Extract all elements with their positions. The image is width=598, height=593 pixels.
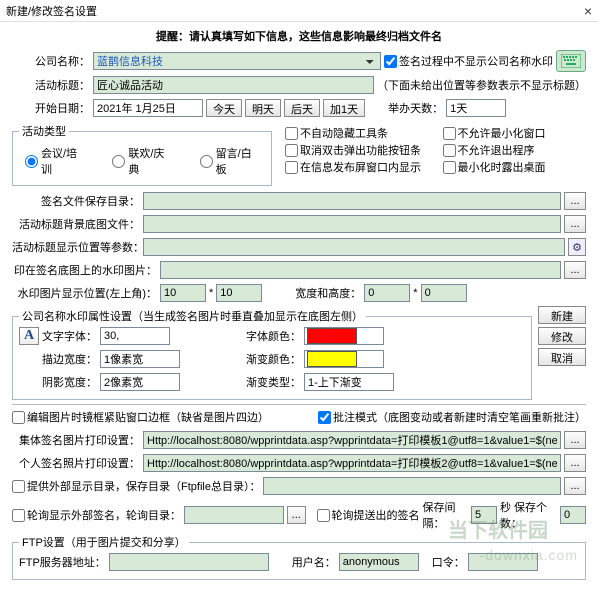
bg-file-label: 活动标题背景底图文件： bbox=[12, 216, 140, 232]
watermark-img-label: 印在签名底图上的水印图片： bbox=[12, 262, 157, 278]
opt5-check[interactable]: 在信息发布屏窗口内显示 bbox=[285, 159, 429, 175]
personal-print-input[interactable] bbox=[143, 454, 561, 472]
wm-fieldset-legend: 公司名称水印属性设置（当生成签名图片时垂直叠加显示在底图左侧） bbox=[19, 308, 366, 324]
opt1-check[interactable]: 不自动隐藏工具条 bbox=[285, 125, 429, 141]
radio-party[interactable]: 联欢/庆典 bbox=[112, 145, 171, 177]
tomorrow-button[interactable]: 明天 bbox=[245, 99, 281, 117]
grad-type-select[interactable]: 1-上下渐变 bbox=[304, 373, 394, 391]
desc-width-select[interactable]: 1像素宽 bbox=[100, 350, 180, 368]
font-a-icon[interactable]: A bbox=[19, 327, 39, 345]
days-select[interactable]: 1天 bbox=[446, 99, 506, 117]
window-title: 新建/修改签名设置 bbox=[6, 3, 97, 19]
opt6-check[interactable]: 最小化时露出桌面 bbox=[443, 159, 587, 175]
personal-print-browse[interactable]: ... bbox=[564, 454, 586, 472]
poll-dir-input[interactable] bbox=[184, 506, 284, 524]
save-dir-browse[interactable]: ... bbox=[564, 192, 586, 210]
ftp-user-label: 用户名： bbox=[292, 554, 336, 570]
group-print-input[interactable] bbox=[143, 431, 561, 449]
cancel-button[interactable]: 取消 bbox=[538, 348, 586, 366]
dayafter-button[interactable]: 后天 bbox=[284, 99, 320, 117]
ext-ftp-browse[interactable]: ... bbox=[564, 477, 586, 495]
radio-meeting[interactable]: 会议/培训 bbox=[25, 145, 84, 177]
activity-type-legend: 活动类型 bbox=[19, 123, 69, 139]
watermark-img-input[interactable] bbox=[160, 261, 561, 279]
start-date-picker[interactable]: 2021年 1月25日 bbox=[93, 99, 203, 117]
font-color-select[interactable] bbox=[304, 327, 384, 345]
opt3-check[interactable]: 取消双击弹出功能按钮条 bbox=[285, 142, 429, 158]
shadow-width-label: 阴影宽度： bbox=[42, 374, 97, 390]
wm-y-input[interactable] bbox=[216, 284, 262, 302]
activity-title-input[interactable] bbox=[93, 76, 374, 94]
save-dir-input[interactable] bbox=[143, 192, 561, 210]
ext-ftp-check[interactable]: 提供外部显示目录，保存目录（Ftpfile总目录）： bbox=[12, 478, 260, 494]
font-color-label: 字体颜色： bbox=[246, 328, 301, 344]
grad-color-label: 渐变颜色： bbox=[246, 351, 301, 367]
grad-color-select[interactable] bbox=[304, 350, 384, 368]
save-interval-label: 保存间隔： bbox=[423, 499, 468, 531]
group-print-label: 集体签名图片打印设置： bbox=[12, 432, 140, 448]
bg-file-browse[interactable]: ... bbox=[564, 215, 586, 233]
close-icon[interactable]: × bbox=[584, 3, 592, 19]
wm-pos-label: 水印图片显示位置(左上角)： bbox=[12, 285, 157, 301]
watermark-img-browse[interactable]: ... bbox=[564, 261, 586, 279]
save-dir-label: 签名文件保存目录： bbox=[12, 193, 140, 209]
ftp-fieldset-legend: FTP设置（用于图片提交和分享） bbox=[19, 534, 189, 550]
today-button[interactable]: 今天 bbox=[206, 99, 242, 117]
modify-button[interactable]: 修改 bbox=[538, 327, 586, 345]
plus1-button[interactable]: 加1天 bbox=[323, 99, 365, 117]
batch-check[interactable]: 批注模式（底图变动或者新建时清空笔画重新批注） bbox=[318, 409, 586, 425]
gear-icon[interactable]: ⚙ bbox=[568, 238, 586, 256]
company-select[interactable]: 蓝鹊信息科技 bbox=[93, 52, 381, 70]
grad-type-label: 渐变类型： bbox=[246, 374, 301, 390]
mirror-check[interactable]: 编辑图片时镜框紧贴窗口边框（缺省是图片四边） bbox=[12, 409, 269, 425]
activity-hint: （下面未给出位置等参数表示不显示标题） bbox=[377, 77, 586, 93]
poll-check[interactable]: 轮询显示外部签名，轮询目录： bbox=[12, 507, 181, 523]
opt2-check[interactable]: 不允许最小化窗口 bbox=[443, 125, 587, 141]
desc-width-label: 描边宽度： bbox=[42, 351, 97, 367]
ftp-user-input[interactable] bbox=[339, 553, 419, 571]
ftp-server-label: FTP服务器地址： bbox=[19, 554, 106, 570]
display-params-input[interactable] bbox=[143, 238, 565, 256]
shadow-width-select[interactable]: 2像素宽 bbox=[100, 373, 180, 391]
save-unit-label: 秒 保存个数： bbox=[500, 499, 557, 531]
font-label: 文字字体： bbox=[42, 328, 97, 344]
font-size-input[interactable] bbox=[100, 327, 170, 345]
save-interval-input[interactable] bbox=[471, 506, 497, 524]
poll-sent-check[interactable]: 轮询提送出的签名 bbox=[317, 507, 420, 523]
bg-file-input[interactable] bbox=[143, 215, 561, 233]
days-label: 举办天数： bbox=[388, 100, 443, 116]
wm-x-input[interactable] bbox=[160, 284, 206, 302]
display-params-label: 活动标题显示位置等参数： bbox=[12, 239, 140, 255]
start-date-label: 开始日期： bbox=[12, 100, 90, 116]
opt4-check[interactable]: 不允许退出程序 bbox=[443, 142, 587, 158]
personal-print-label: 个人签名照片打印设置： bbox=[12, 455, 140, 471]
company-label: 公司名称： bbox=[12, 53, 90, 69]
ext-ftp-input[interactable] bbox=[263, 477, 561, 495]
ftp-pwd-label: 口令： bbox=[432, 554, 465, 570]
ftp-server-input[interactable] bbox=[109, 553, 269, 571]
keyboard-icon[interactable] bbox=[556, 50, 586, 72]
wm-wh-label: 宽度和高度： bbox=[295, 285, 361, 301]
radio-message[interactable]: 留言/白板 bbox=[200, 145, 259, 177]
ftp-pwd-input[interactable] bbox=[468, 553, 538, 571]
group-print-browse[interactable]: ... bbox=[564, 431, 586, 449]
wm-w-input[interactable] bbox=[364, 284, 410, 302]
activity-title-label: 活动标题： bbox=[12, 77, 90, 93]
new-button[interactable]: 新建 bbox=[538, 306, 586, 324]
reminder-text: 提醒：请认真填写如下信息，这些信息影响最终归档文件名 bbox=[12, 26, 586, 50]
wm-h-input[interactable] bbox=[421, 284, 467, 302]
no-logo-check[interactable]: 签名过程中不显示公司名称水印 bbox=[384, 53, 553, 69]
poll-dir-browse[interactable]: ... bbox=[287, 506, 306, 524]
save-count-input[interactable] bbox=[560, 506, 586, 524]
